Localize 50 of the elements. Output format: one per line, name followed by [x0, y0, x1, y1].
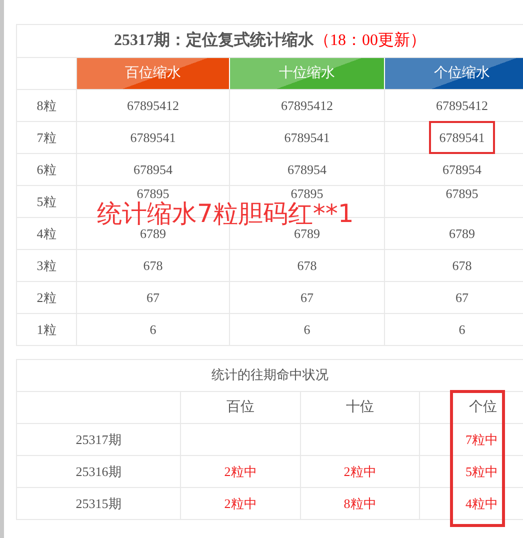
table-cell-text: 67: [146, 288, 160, 307]
row-label: 4粒: [17, 218, 77, 249]
table-cell-text: 67895: [136, 186, 170, 201]
row-label: 6粒: [17, 154, 77, 185]
hit-cell-text: 8粒中: [344, 494, 376, 513]
table-cell-text: 678: [296, 256, 318, 275]
hit-cell-text: 7粒中: [466, 430, 498, 449]
hit-cell-text: 2粒中: [224, 462, 257, 481]
table-cell-text: 678954: [442, 160, 482, 179]
table-cell-text: 67895: [290, 186, 324, 201]
table-cell: 6789541: [431, 122, 493, 152]
table-cell-text: 6789: [448, 224, 476, 243]
table-cell-text: 678: [451, 256, 473, 275]
hit-cell-text: 2粒中: [344, 462, 376, 481]
table-cell-text: 67895: [444, 186, 480, 201]
period-cell-text: 25315期: [76, 494, 122, 513]
row-label: 3粒: [17, 250, 77, 281]
period-cell-text: 25317期: [76, 430, 122, 449]
table-cell-text: 67895412: [280, 96, 334, 115]
table-cell-text: 6: [458, 320, 466, 339]
row-label: 5粒: [17, 186, 77, 217]
table-cell-text: 67: [454, 288, 470, 307]
column-header: 百位: [226, 398, 254, 417]
table-title: 25317期：定位复式统计缩水: [114, 30, 314, 51]
hit-cell-text: 4粒中: [466, 494, 498, 513]
column-header: 个位缩水: [385, 58, 523, 89]
table-cell-text: 6789541: [283, 128, 331, 147]
table-cell-text: 6789541: [129, 128, 177, 147]
period-cell-text: 25316期: [76, 462, 122, 481]
column-header: 个位: [469, 398, 497, 417]
column-header: 十位: [346, 398, 374, 417]
table-cell-text: 678: [142, 256, 164, 275]
row-label: 8粒: [17, 90, 77, 121]
column-header: 百位缩水: [77, 58, 230, 89]
table-cell-text: 678954: [132, 160, 174, 179]
update-note: （18：00更新）: [314, 30, 426, 51]
hit-cell-text: 5粒中: [466, 462, 498, 481]
table-cell-text: 67: [300, 288, 314, 307]
table-cell-text: 6789: [139, 225, 167, 243]
row-label: 1粒: [17, 314, 77, 345]
row-label: 7粒: [17, 122, 77, 153]
table-cell-text: 67895412: [126, 96, 180, 115]
column-header: 十位缩水: [230, 58, 385, 89]
table-cell-text: 6: [148, 320, 158, 339]
history-title: 统计的往期命中状况: [212, 366, 328, 385]
table-cell-text: 67895412: [435, 96, 489, 115]
hit-cell-text: 2粒中: [224, 494, 257, 513]
table-cell-text: 678954: [286, 160, 328, 179]
table-cell-text: 6: [302, 320, 312, 339]
row-label: 2粒: [17, 282, 77, 313]
